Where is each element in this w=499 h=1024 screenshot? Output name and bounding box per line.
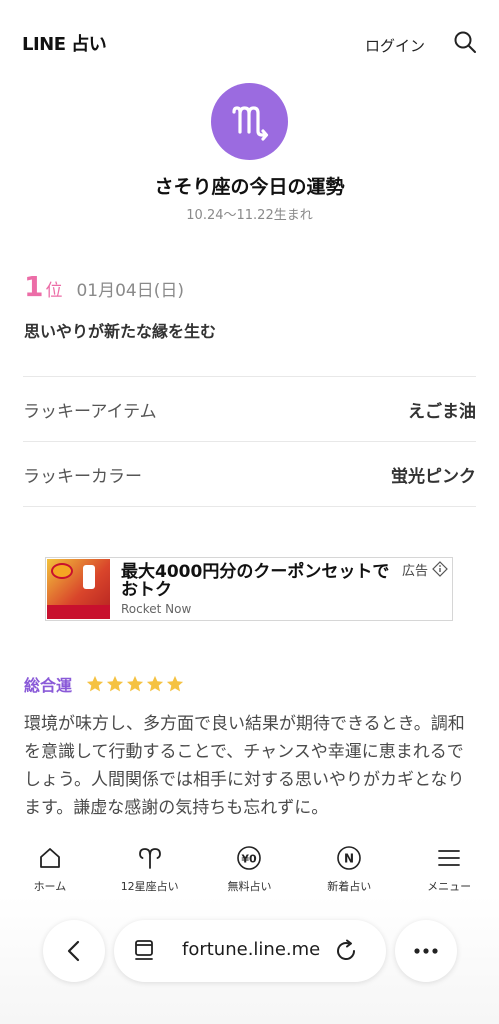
browser-url-text: fortune.line.me [182,939,321,960]
browser-address-bar[interactable]: fortune.line.me [114,920,386,982]
nav-item-new-fortune[interactable]: N 新着占い [299,835,399,895]
home-icon [39,848,60,868]
ad-sponsor: Rocket Now [121,602,192,616]
lucky-color-value: 蛍光ピンク [391,466,476,487]
sign-title: さそり座の今日の運勢 [154,176,345,198]
login-link[interactable]: ログイン [365,35,425,56]
star-rating [86,675,186,693]
svg-text:N: N [344,852,354,866]
nav-item-free-fortune[interactable]: ¥0 無料占い [200,835,300,895]
nav-label-menu: メニュー [427,880,472,893]
search-icon[interactable] [453,30,477,54]
lucky-item-value: えごま油 [408,401,476,422]
lucky-item-row: ラッキーアイテム えごま油 [23,377,476,442]
overall-fortune-header: 総合運 [24,672,186,696]
new-circle-icon: N [337,846,362,870]
fortune-headline: 思いやりが新たな縁を生む [24,322,217,341]
svg-text:¥0: ¥0 [242,853,258,866]
aries-symbol-icon [138,848,161,869]
nav-label-free-fortune: 無料占い [227,880,272,893]
browser-back-button[interactable] [43,920,105,982]
nav-label-home: ホーム [33,880,67,893]
star-icon [106,675,124,692]
nav-item-horoscope[interactable]: 12星座占い [100,835,200,895]
lucky-item-label: ラッキーアイテム [23,401,157,422]
star-icon [86,675,104,692]
nav-item-home[interactable]: ホーム [0,835,100,895]
sign-date-range: 10.24〜11.22生まれ [186,208,313,223]
ad-title: 最大4000円分のクーポンセットでおトク [121,562,390,600]
ad-label: 広告 [401,564,428,579]
lucky-list: ラッキーアイテム えごま油 ラッキーカラー 蛍光ピンク [23,376,476,507]
ad-thumbnail-image [47,559,110,619]
fortune-date: 01月04日(日) [76,281,185,301]
browser-toolbar: fortune.line.me [0,895,499,1024]
lucky-color-row: ラッキーカラー 蛍光ピンク [23,442,476,507]
overall-fortune-text: 環境が味方し、多方面で良い結果が期待できるとき。調和を意識して行動することで、チ… [24,714,465,818]
rank-number: 1 [24,270,44,303]
chevron-left-icon [67,940,80,962]
star-icon [126,675,144,692]
lucky-color-label: ラッキーカラー [23,466,142,487]
nav-label-new-fortune: 新着占い [327,880,372,893]
hamburger-menu-icon [438,850,460,866]
browser-more-button[interactable] [395,920,457,982]
ad-banner[interactable]: 最大4000円分のクーポンセットでおトク Rocket Now 広告 [45,557,453,621]
line-fortune-logo[interactable]: LINE 占い [22,30,107,56]
scorpio-symbol-icon [231,105,268,141]
bottom-nav: ホーム 12星座占い ¥0 無料占い N 新着占い メニュー [0,835,499,895]
tabs-icon[interactable] [134,939,156,963]
rank-row: 1 位 01月04日(日) [24,270,184,303]
rank-suffix: 位 [45,281,63,301]
nav-item-menu[interactable]: メニュー [399,835,499,895]
star-icon [166,675,184,692]
reload-icon[interactable] [334,939,358,963]
star-icon [146,675,164,692]
more-dots-icon [414,948,438,954]
scorpio-sign-badge [211,83,288,160]
nav-label-horoscope: 12星座占い [120,880,179,893]
app-header: LINE 占い ログイン [0,0,499,88]
yen-zero-icon: ¥0 [237,846,262,870]
overall-fortune-label: 総合運 [24,676,73,695]
ad-info-icon[interactable] [432,561,448,577]
